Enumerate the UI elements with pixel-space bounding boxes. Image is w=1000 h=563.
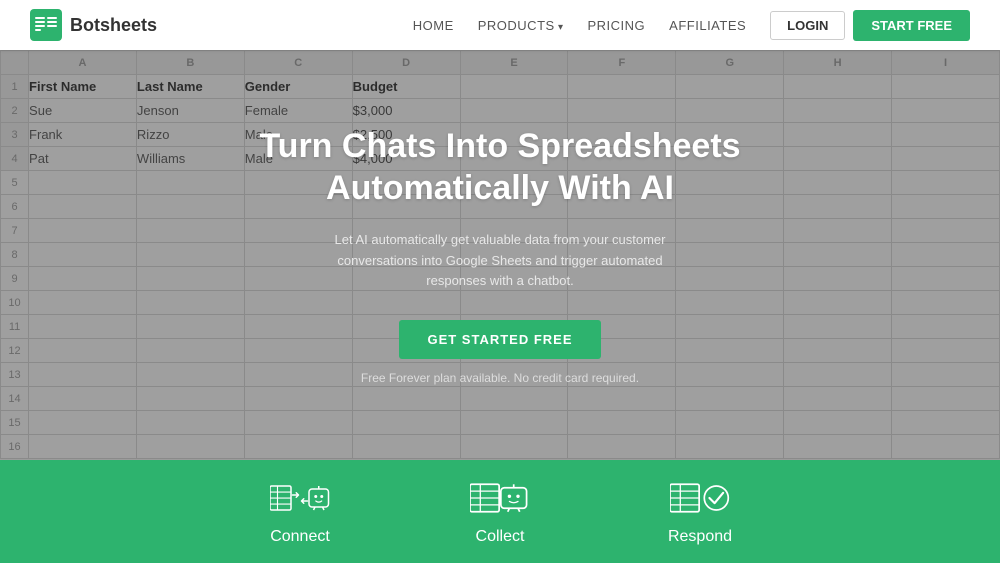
feature-collect: Collect	[400, 478, 600, 546]
logo: Botsheets	[30, 9, 157, 41]
respond-icon	[670, 478, 730, 518]
logo-text: Botsheets	[70, 15, 157, 36]
hero-note: Free Forever plan available. No credit c…	[361, 371, 639, 385]
respond-label: Respond	[668, 528, 732, 546]
nav-affiliates[interactable]: AFFILIATES	[669, 18, 746, 33]
hero-title: Turn Chats Into Spreadsheets Automatical…	[259, 125, 740, 210]
features-section: Connect Collect	[0, 460, 1000, 563]
nav-links: HOME PRODUCTS PRICING AFFILIATES	[413, 18, 746, 33]
hero-subtitle: Let AI automatically get valuable data f…	[310, 230, 690, 292]
navbar: Botsheets HOME PRODUCTS PRICING AFFILIAT…	[0, 0, 1000, 50]
connect-icon	[270, 478, 330, 518]
collect-icon	[470, 478, 530, 518]
nav-home[interactable]: HOME	[413, 18, 454, 33]
hero-overlay: Turn Chats Into Spreadsheets Automatical…	[0, 50, 1000, 460]
feature-connect: Connect	[200, 478, 400, 546]
start-free-button[interactable]: START FREE	[853, 10, 970, 41]
collect-label: Collect	[476, 528, 525, 546]
feature-respond: Respond	[600, 478, 800, 546]
nav-pricing[interactable]: PRICING	[588, 18, 646, 33]
logo-icon	[30, 9, 62, 41]
nav-products[interactable]: PRODUCTS	[478, 18, 564, 33]
login-button[interactable]: LOGIN	[770, 11, 845, 40]
connect-label: Connect	[270, 528, 330, 546]
get-started-button[interactable]: GET STARTED FREE	[399, 320, 600, 359]
